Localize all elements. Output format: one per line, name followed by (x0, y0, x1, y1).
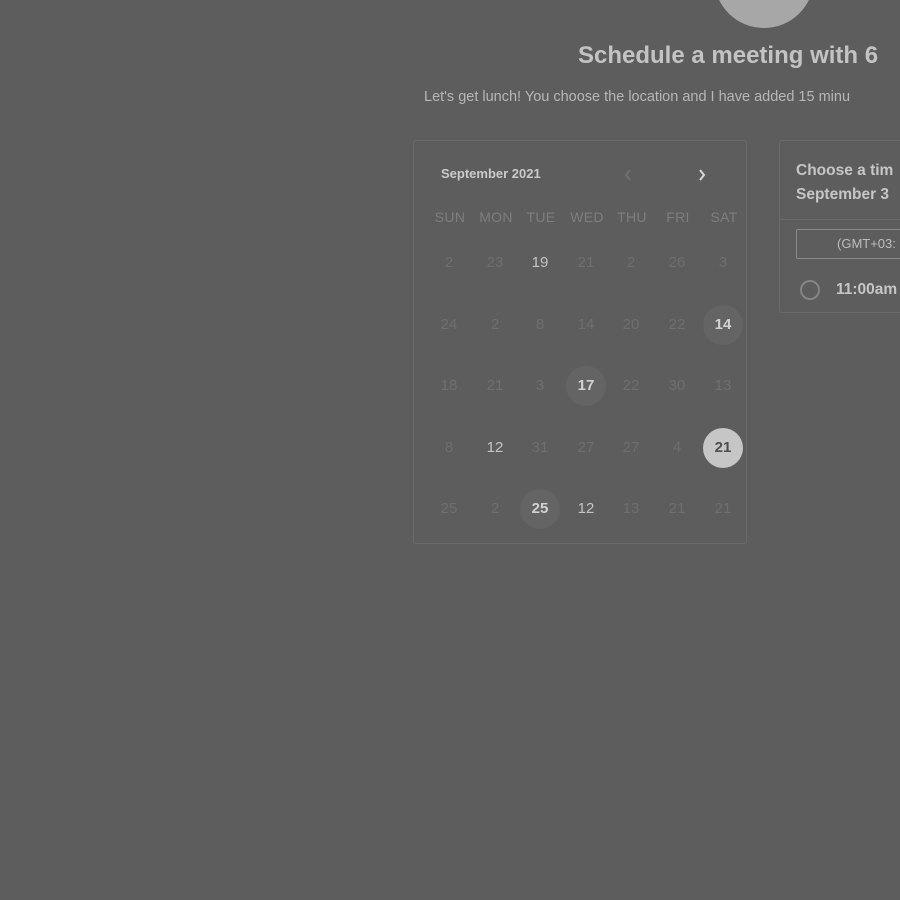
month-label: September 2021 (441, 166, 541, 181)
day-cell: 2 (490, 500, 500, 517)
available-day-cell[interactable]: 12 (566, 489, 606, 529)
day-cell: 3 (535, 377, 545, 394)
weekday-label: MON (479, 209, 513, 225)
chevron-right-icon (699, 169, 706, 181)
scheduling-page: Schedule a meeting with 6 Let's get lunc… (0, 0, 900, 900)
day-cell: 2 (626, 254, 636, 271)
available-day-cell[interactable]: 19 (520, 243, 560, 283)
available-day-cell[interactable]: 14 (703, 305, 743, 345)
day-cell: 22 (622, 377, 640, 394)
next-month-button[interactable] (689, 163, 715, 187)
chevron-left-icon (624, 169, 631, 181)
day-cell: 21 (714, 500, 732, 517)
weekday-label: THU (617, 209, 647, 225)
time-slot-label: 11:00am (836, 281, 898, 298)
day-cell: 2 (490, 316, 500, 333)
page-title: Schedule a meeting with 6 (578, 42, 879, 69)
divider (780, 219, 900, 220)
day-cell: 22 (668, 316, 686, 333)
selected-day-cell[interactable]: 21 (703, 428, 743, 468)
timezone-select[interactable]: (GMT+03: (796, 229, 900, 259)
day-cell: 24 (440, 316, 458, 333)
day-cell: 21 (577, 254, 595, 271)
weekday-label: SAT (710, 209, 738, 225)
day-cell: 14 (577, 316, 595, 333)
weekday-label: SUN (434, 209, 466, 225)
weekday-label: TUE (526, 209, 556, 225)
day-cell: 2 (444, 254, 454, 271)
day-cell: 8 (535, 316, 545, 333)
day-cell: 4 (672, 439, 682, 456)
choose-time-label: Choose a tim (796, 162, 894, 179)
day-cell: 13 (622, 500, 640, 517)
day-cell: 3 (718, 254, 728, 271)
day-cell: 21 (668, 500, 686, 517)
available-day-cell[interactable]: 25 (520, 489, 560, 529)
day-cell: 13 (714, 377, 732, 394)
date-picker-calendar: September 2021 SUN MON TUE WED THU FRI SAT 2 23… (413, 140, 747, 544)
day-cell: 20 (622, 316, 640, 333)
time-slot-panel: Choose a tim September 3 (GMT+03: 11:00a… (779, 140, 900, 313)
day-cell: 18 (440, 377, 458, 394)
available-day-cell[interactable]: 17 (566, 366, 606, 406)
day-cell: 31 (531, 439, 549, 456)
day-cell: 8 (444, 439, 454, 456)
weekday-label: WED (570, 209, 604, 225)
day-cell: 21 (486, 377, 504, 394)
weekday-label: FRI (666, 209, 690, 225)
day-cell: 23 (486, 254, 504, 271)
day-cell: 27 (577, 439, 595, 456)
time-panel-heading: Choose a tim September 3 (796, 159, 893, 207)
day-cell: 27 (622, 439, 640, 456)
available-day-cell[interactable]: 12 (475, 428, 515, 468)
meeting-description: Let's get lunch! You choose the location… (424, 89, 851, 105)
day-cell: 30 (668, 377, 686, 394)
previous-month-button[interactable] (615, 163, 641, 187)
day-cell: 26 (668, 254, 686, 271)
time-slot-option[interactable]: 11:00am (800, 277, 897, 303)
radio-button[interactable] (800, 280, 820, 300)
selected-date-label: September 3 (796, 186, 890, 203)
day-cell: 25 (440, 500, 458, 517)
host-avatar (714, 0, 814, 28)
